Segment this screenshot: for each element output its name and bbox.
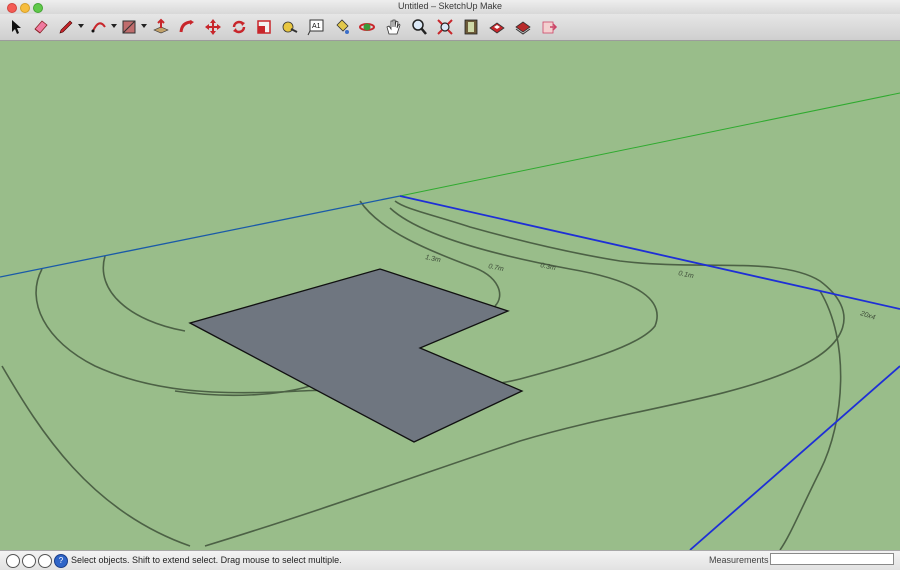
contour-label: 0.3m — [540, 262, 557, 272]
pencil-icon — [59, 20, 73, 34]
contour-line-7 — [779, 290, 842, 550]
zoom-extents-icon — [437, 19, 453, 35]
move-icon — [205, 19, 221, 35]
scale-tool-button[interactable] — [254, 17, 274, 37]
eraser-tool-button[interactable] — [31, 17, 51, 37]
push-pull-icon — [153, 18, 169, 34]
contour-label: 20x4 — [858, 310, 876, 322]
paint-bucket-tool-button[interactable] — [332, 17, 352, 37]
contour-line-3 — [102, 255, 186, 332]
eraser-icon — [34, 20, 48, 34]
drawing-viewport[interactable]: 1.3m 0.7m 0.3m 0.1m 20x4 — [0, 41, 900, 550]
green-axis — [399, 92, 900, 197]
rotate-tool-button[interactable] — [229, 17, 249, 37]
contour-label: 1.3m — [425, 254, 442, 264]
measurements-input[interactable] — [770, 553, 894, 565]
zoom-tool-button[interactable] — [409, 17, 429, 37]
model-canvas[interactable]: 1.3m 0.7m 0.3m 0.1m 20x4 — [0, 41, 900, 550]
extension-warehouse-icon — [515, 21, 531, 35]
orbit-tool-button[interactable] — [357, 17, 377, 37]
paint-bucket-icon — [336, 19, 349, 34]
contour-label: 0.7m — [488, 263, 505, 273]
scale-icon — [257, 20, 271, 34]
tape-measure-tool-button[interactable] — [280, 17, 300, 37]
rotate-icon — [232, 20, 246, 34]
arc-tool-button[interactable] — [89, 17, 109, 37]
rectangle-dropdown-arrow[interactable] — [141, 24, 147, 28]
text-tool-button[interactable]: A1 — [306, 17, 326, 37]
push-pull-tool-button[interactable] — [151, 17, 171, 37]
text-tool-label: A1 — [312, 23, 321, 30]
pan-tool-button[interactable] — [383, 17, 403, 37]
line-dropdown-arrow[interactable] — [78, 24, 84, 28]
status-bar: ? Select objects. Shift to extend select… — [0, 550, 900, 570]
title-bar: Untitled – SketchUp Make — [0, 0, 900, 15]
credits-icon[interactable] — [22, 554, 36, 568]
move-tool-button[interactable] — [203, 17, 223, 37]
arc-dropdown-arrow[interactable] — [111, 24, 117, 28]
rectangle-tool-button[interactable] — [119, 17, 139, 37]
geolocation-icon[interactable] — [6, 554, 20, 568]
rectangle-icon — [122, 20, 136, 34]
arrow-cursor-icon — [12, 20, 21, 34]
window-title: Untitled – SketchUp Make — [397, 1, 503, 11]
share-model-tool-button[interactable] — [487, 17, 507, 37]
arc-icon — [91, 22, 106, 33]
status-message: Select objects. Shift to extend select. … — [71, 555, 342, 565]
warehouse-tool-button[interactable] — [461, 17, 481, 37]
measurements-label: Measurements — [709, 555, 769, 565]
tape-measure-icon — [282, 21, 298, 33]
building-footprint[interactable] — [188, 268, 524, 443]
contour-label: 0.1m — [678, 270, 695, 280]
extension-warehouse-tool-button[interactable] — [513, 17, 533, 37]
select-tool-button[interactable] — [6, 17, 26, 37]
user-account-icon[interactable] — [38, 554, 52, 568]
orbit-icon — [359, 23, 375, 31]
send-to-layout-icon — [542, 21, 558, 34]
follow-me-icon — [179, 20, 194, 33]
text-icon: A1 — [307, 19, 324, 36]
pan-hand-icon — [386, 19, 401, 35]
contour-line-outer — [1, 365, 191, 547]
blue-axis-boundary — [399, 195, 900, 310]
send-to-layout-tool-button[interactable] — [540, 17, 560, 37]
warehouse-icon — [464, 19, 478, 35]
instructor-help-icon[interactable]: ? — [54, 554, 68, 568]
line-tool-button[interactable] — [56, 17, 76, 37]
share-model-icon — [489, 22, 505, 34]
zoom-extents-tool-button[interactable] — [435, 17, 455, 37]
main-toolbar: A1 — [0, 14, 900, 41]
follow-me-tool-button[interactable] — [177, 17, 197, 37]
magnifier-icon — [412, 19, 427, 35]
blue-axis-boundary — [0, 195, 401, 278]
